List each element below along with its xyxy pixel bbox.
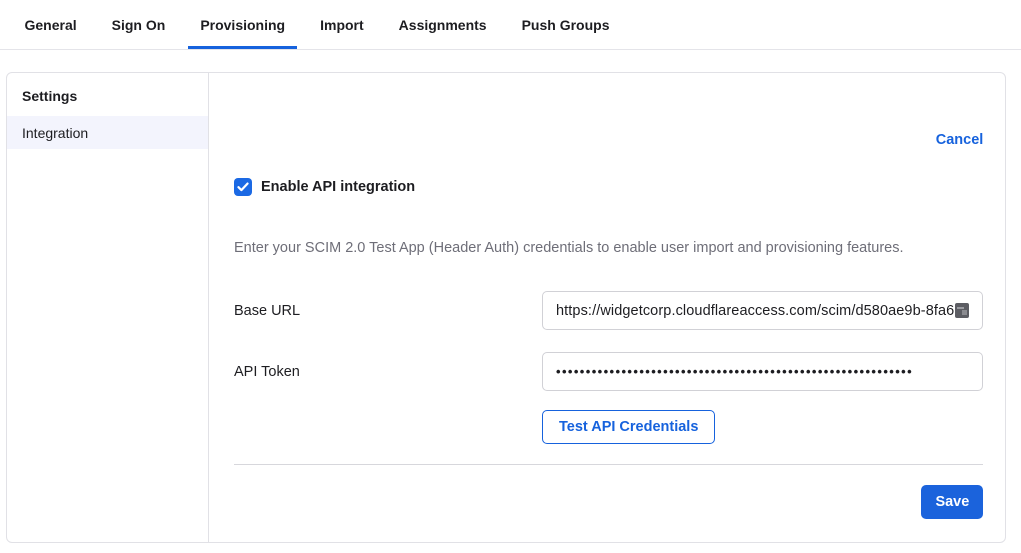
tab-assignments[interactable]: Assignments	[387, 0, 499, 49]
provisioning-panel: Settings Integration Cancel Enable API i…	[6, 72, 1006, 543]
enable-api-label: Enable API integration	[261, 179, 415, 195]
tab-sign-on[interactable]: Sign On	[100, 0, 178, 49]
test-api-credentials-button[interactable]: Test API Credentials	[542, 410, 715, 444]
api-token-label: API Token	[234, 364, 542, 380]
base-url-label: Base URL	[234, 303, 542, 319]
save-button[interactable]: Save	[921, 485, 983, 519]
tab-general[interactable]: General	[13, 0, 89, 49]
checkmark-icon	[237, 182, 249, 192]
sidebar-header: Settings	[7, 73, 208, 116]
test-credentials-row: Test API Credentials	[234, 410, 983, 444]
settings-sidebar: Settings Integration	[7, 73, 209, 542]
base-url-input[interactable]: https://widgetcorp.cloudflareaccess.com/…	[542, 291, 983, 330]
integration-settings-content: Cancel Enable API integration Enter your…	[209, 73, 1006, 542]
enable-api-checkbox[interactable]	[234, 178, 252, 196]
credentials-description: Enter your SCIM 2.0 Test App (Header Aut…	[234, 239, 983, 257]
cancel-row: Cancel	[234, 131, 983, 149]
tab-push-groups[interactable]: Push Groups	[510, 0, 622, 49]
footer-divider	[234, 464, 983, 465]
text-cursor-icon	[955, 303, 969, 318]
enable-api-row: Enable API integration	[234, 178, 983, 196]
api-token-input[interactable]: ••••••••••••••••••••••••••••••••••••••••…	[542, 352, 983, 391]
sidebar-item-integration[interactable]: Integration	[7, 116, 208, 149]
base-url-row: Base URL https://widgetcorp.cloudflareac…	[234, 291, 983, 330]
api-token-row: API Token ••••••••••••••••••••••••••••••…	[234, 352, 983, 391]
tab-provisioning[interactable]: Provisioning	[188, 0, 297, 49]
cancel-button[interactable]: Cancel	[936, 132, 984, 148]
base-url-value: https://widgetcorp.cloudflareaccess.com/…	[556, 303, 954, 319]
app-tabbar: General Sign On Provisioning Import Assi…	[0, 0, 1021, 50]
tab-import[interactable]: Import	[308, 0, 376, 49]
save-row: Save	[234, 485, 983, 519]
api-token-masked-value: ••••••••••••••••••••••••••••••••••••••••…	[556, 364, 913, 379]
